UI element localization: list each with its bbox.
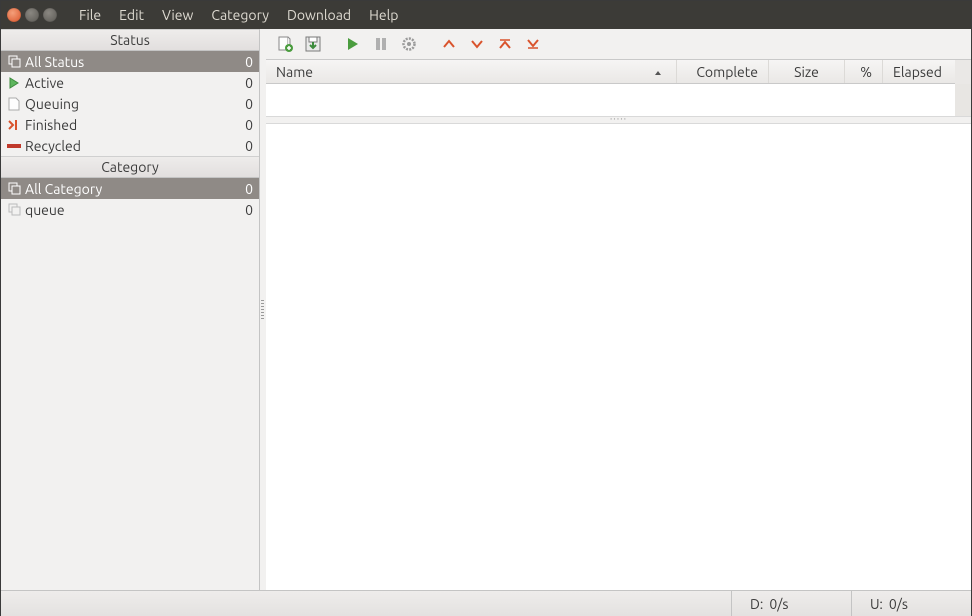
file-icon <box>7 97 21 111</box>
column-percent[interactable]: % <box>845 60 883 83</box>
new-download-button[interactable] <box>274 33 296 55</box>
menubar: File Edit View Category Download Help <box>71 4 406 26</box>
titlebar: File Edit View Category Download Help <box>1 1 971 29</box>
scrollbar-stub <box>955 60 971 84</box>
menu-download[interactable]: Download <box>279 4 359 26</box>
toolbar <box>266 29 971 60</box>
sidebar-item-count: 0 <box>237 75 253 91</box>
sidebar-item-label: Active <box>25 75 237 91</box>
sidebar-item-label: Finished <box>25 117 237 133</box>
menu-edit[interactable]: Edit <box>111 4 152 26</box>
move-down-button[interactable] <box>466 33 488 55</box>
status-item-active[interactable]: Active0 <box>1 72 259 93</box>
stack-light-icon <box>7 203 21 217</box>
table-body[interactable] <box>266 84 955 116</box>
column-size[interactable]: Size <box>769 60 845 83</box>
sidebar-item-count: 0 <box>237 54 253 70</box>
status-item-queuing[interactable]: Queuing0 <box>1 93 259 114</box>
sort-ascending-icon <box>654 64 662 80</box>
sidebar-item-label: All Status <box>25 54 237 70</box>
status-item-all-status[interactable]: All Status0 <box>1 51 259 72</box>
upload-speed-label: U: <box>870 596 883 612</box>
start-button[interactable] <box>342 33 364 55</box>
vertical-scrollbar[interactable] <box>955 84 971 116</box>
status-header: Status <box>1 29 259 51</box>
minimize-icon[interactable] <box>25 8 39 22</box>
column-name[interactable]: Name <box>266 60 677 83</box>
save-button[interactable] <box>302 33 324 55</box>
stack-icon <box>7 55 21 69</box>
sidebar-item-label: Recycled <box>25 138 237 154</box>
horizontal-splitter[interactable] <box>266 116 971 124</box>
sidebar-item-count: 0 <box>237 96 253 112</box>
main-pane: Name Complete Size % Elapsed <box>266 29 971 590</box>
settings-button[interactable] <box>398 33 420 55</box>
upload-speed-value: 0/s <box>889 596 908 612</box>
download-speed: D: 0/s <box>731 591 851 616</box>
menu-file[interactable]: File <box>71 4 109 26</box>
download-table: Name Complete Size % Elapsed <box>266 60 971 590</box>
move-top-button[interactable] <box>494 33 516 55</box>
play-icon <box>7 76 21 90</box>
upload-speed: U: 0/s <box>851 591 971 616</box>
menu-category[interactable]: Category <box>203 4 277 26</box>
sidebar-item-count: 0 <box>237 138 253 154</box>
sidebar-item-label: All Category <box>25 181 237 197</box>
status-item-recycled[interactable]: Recycled0 <box>1 135 259 156</box>
move-bottom-button[interactable] <box>522 33 544 55</box>
window-controls <box>7 8 57 22</box>
statusbar: D: 0/s U: 0/s <box>1 590 971 616</box>
category-item-queue[interactable]: queue0 <box>1 199 259 220</box>
maximize-icon[interactable] <box>43 8 57 22</box>
menu-view[interactable]: View <box>154 4 201 26</box>
column-complete[interactable]: Complete <box>677 60 769 83</box>
recycle-icon <box>7 139 21 153</box>
detail-pane <box>266 124 971 590</box>
category-header: Category <box>1 156 259 178</box>
column-elapsed[interactable]: Elapsed <box>883 60 955 83</box>
download-speed-value: 0/s <box>769 596 788 612</box>
sidebar-item-count: 0 <box>237 202 253 218</box>
sidebar-item-count: 0 <box>237 117 253 133</box>
sidebar-item-count: 0 <box>237 181 253 197</box>
download-speed-label: D: <box>750 596 763 612</box>
category-item-all-category[interactable]: All Category0 <box>1 178 259 199</box>
sidebar-item-label: queue <box>25 202 237 218</box>
column-name-label: Name <box>276 64 313 80</box>
sidebar-item-label: Queuing <box>25 96 237 112</box>
close-icon[interactable] <box>7 8 21 22</box>
move-up-button[interactable] <box>438 33 460 55</box>
menu-help[interactable]: Help <box>361 4 406 26</box>
stack-icon <box>7 182 21 196</box>
status-item-finished[interactable]: Finished0 <box>1 114 259 135</box>
pause-button[interactable] <box>370 33 392 55</box>
finish-icon <box>7 118 21 132</box>
sidebar: Status All Status0Active0Queuing0Finishe… <box>1 29 260 590</box>
